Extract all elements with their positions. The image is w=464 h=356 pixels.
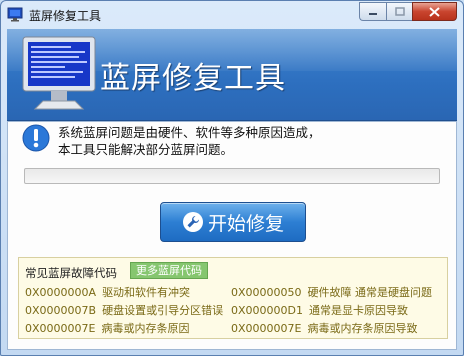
main-panel: 系统蓝屏问题是由硬件、软件等多种原因造成， 本工具只能解决部分蓝屏问题。 开始修…: [7, 121, 457, 350]
code-entry: 0X000000D1 通常是显卡原因导致: [231, 302, 408, 318]
code-description: 病毒或内存条原因导致: [307, 322, 418, 335]
code-value: 0X0000000A: [25, 286, 97, 299]
code-description: 通常是显卡原因导致: [309, 304, 408, 317]
close-icon: [429, 6, 440, 17]
start-repair-button[interactable]: 开始修复: [160, 202, 306, 242]
close-button[interactable]: [412, 2, 457, 21]
wrench-icon: [182, 212, 203, 232]
info-message: 系统蓝屏问题是由硬件、软件等多种原因造成， 本工具只能解决部分蓝屏问题。: [58, 124, 321, 158]
code-value: 0X000000D1: [231, 304, 303, 317]
code-value: 0X0000007B: [25, 304, 97, 317]
repair-progress-bar: [24, 168, 440, 184]
bsod-monitor-icon: [22, 36, 96, 110]
codes-heading: 常见蓝屏故障代码: [25, 266, 117, 280]
code-description: 病毒或内存条原因: [101, 322, 190, 335]
minimize-button[interactable]: [359, 2, 386, 21]
title-bar[interactable]: 蓝屏修复工具: [1, 1, 463, 29]
code-value: 0X0000007E: [231, 322, 302, 335]
code-description: 驱动和软件有冲突: [102, 286, 191, 299]
code-description: 硬盘设置或引导分区错误: [102, 304, 224, 317]
start-repair-label: 开始修复: [207, 212, 284, 235]
banner-title: 蓝屏修复工具: [100, 61, 286, 96]
info-line-1: 系统蓝屏问题是由硬件、软件等多种原因造成，: [58, 125, 321, 140]
code-value: 0X0000007E: [25, 322, 96, 335]
info-line-2: 本工具只能解决部分蓝屏问题。: [58, 142, 234, 157]
monitor-icon: [7, 7, 23, 22]
window-controls: [359, 2, 457, 21]
error-codes-panel: 常见蓝屏故障代码 更多蓝屏代码 0X0000000A 驱动和软件有冲突 0X000…: [18, 257, 448, 339]
code-entry: 0X0000000A 驱动和软件有冲突: [25, 284, 190, 300]
info-icon: [22, 124, 50, 152]
code-entry: 0X0000007E 病毒或内存条原因导致: [231, 320, 417, 336]
maximize-icon: [394, 7, 405, 16]
code-entry: 0X0000007E 病毒或内存条原因: [25, 320, 189, 336]
minimize-icon: [369, 12, 377, 15]
window-title: 蓝屏修复工具: [29, 9, 102, 23]
code-entry: 0X00000050 硬件故障 通常是硬盘问题: [231, 284, 432, 300]
code-entry: 0X0000007B 硬盘设置或引导分区错误: [25, 302, 223, 318]
more-codes-button[interactable]: 更多蓝屏代码: [130, 262, 208, 279]
header-banner: 蓝屏修复工具: [7, 29, 457, 121]
code-description: 硬件故障 通常是硬盘问题: [307, 286, 433, 299]
maximize-button[interactable]: [386, 2, 412, 21]
app-window: 蓝屏修复工具 蓝屏修复工具 系统蓝屏问题是由硬件、软件等多种原因造成， 本工具只…: [0, 0, 464, 356]
code-value: 0X00000050: [231, 286, 302, 299]
